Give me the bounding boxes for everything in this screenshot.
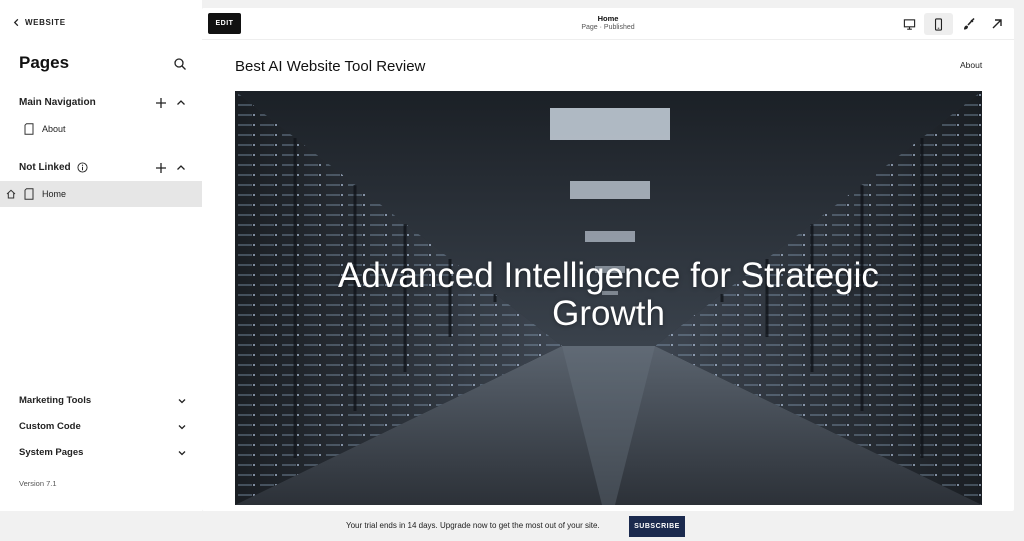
mobile-view-button[interactable] [924, 13, 953, 35]
current-page-status: Page · Published [581, 24, 635, 31]
paintbrush-icon[interactable] [962, 17, 976, 31]
pages-title: Pages [19, 53, 70, 72]
site-preview: EDIT Home Page · Published Best AI Websi… [202, 8, 1014, 511]
chevron-left-icon [13, 18, 19, 27]
main-navigation-header: Main Navigation [19, 97, 96, 108]
chevron-down-icon [178, 450, 186, 455]
not-linked-label: Not Linked [19, 162, 71, 173]
plus-icon[interactable] [155, 97, 167, 109]
chevron-down-icon [178, 424, 186, 429]
back-to-website-link[interactable]: WEBSITE [12, 18, 66, 27]
section-label: Marketing Tools [19, 395, 92, 406]
page-icon [24, 123, 34, 135]
view-mode-toggle [895, 13, 953, 35]
subscribe-button[interactable]: SUBSCRIBE [629, 516, 685, 537]
marketing-tools-section[interactable]: Marketing Tools [19, 395, 187, 406]
not-linked-header: Not Linked [19, 162, 88, 173]
trial-banner: Your trial ends in 14 days. Upgrade now … [0, 511, 1024, 541]
chevron-up-icon[interactable] [175, 162, 187, 174]
info-icon[interactable] [77, 162, 88, 173]
site-nav-about-link[interactable]: About [960, 60, 982, 70]
main-navigation-label: Main Navigation [19, 97, 96, 108]
home-icon [6, 189, 16, 199]
sidebar-page-label: About [42, 124, 66, 134]
sidebar-page-label: Home [42, 189, 67, 199]
sidebar-page-home[interactable]: Home [0, 181, 202, 207]
current-page-info: Home Page · Published [558, 14, 658, 31]
current-page-title: Home [597, 14, 619, 23]
custom-code-section[interactable]: Custom Code [19, 421, 187, 432]
editor-toolbar: EDIT Home Page · Published [202, 8, 1014, 40]
trial-banner-text: Your trial ends in 14 days. Upgrade now … [346, 521, 600, 530]
hero-heading[interactable]: Advanced Intelligence for Strategic Grow… [295, 257, 922, 333]
site-title[interactable]: Best AI Website Tool Review [235, 58, 425, 75]
desktop-view-button[interactable] [895, 13, 924, 35]
desktop-icon [903, 18, 916, 30]
chevron-down-icon [178, 398, 186, 403]
hero-section: Advanced Intelligence for Strategic Grow… [235, 91, 982, 505]
page-icon [24, 188, 34, 200]
system-pages-section[interactable]: System Pages [19, 447, 187, 458]
pages-sidebar: WEBSITE Pages Main Navigation About Not … [0, 0, 202, 511]
plus-icon[interactable] [155, 162, 167, 174]
sidebar-page-about[interactable]: About [0, 116, 202, 142]
search-icon[interactable] [173, 57, 187, 71]
chevron-up-icon[interactable] [175, 97, 187, 109]
edit-button[interactable]: EDIT [208, 13, 241, 34]
back-link-label: WEBSITE [25, 18, 66, 27]
section-label: System Pages [19, 447, 84, 458]
section-label: Custom Code [19, 421, 81, 432]
arrow-up-right-icon[interactable] [990, 17, 1004, 31]
version-label: Version 7.1 [19, 479, 57, 488]
mobile-icon [934, 17, 943, 31]
